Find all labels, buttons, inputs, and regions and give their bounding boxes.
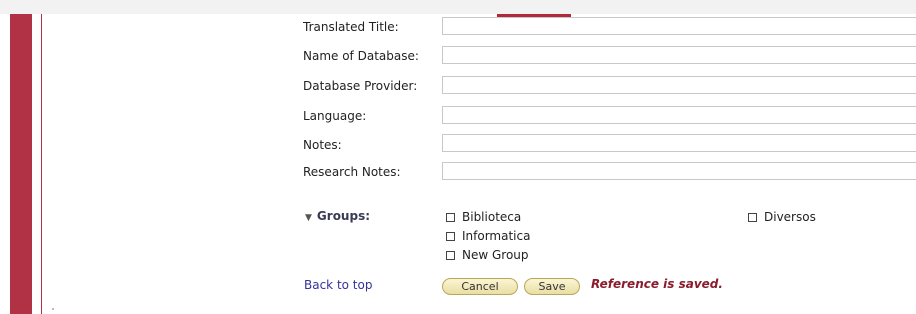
language-field[interactable] [442, 106, 916, 124]
notes-label: Notes: [303, 138, 342, 152]
group-item-informatica[interactable]: Informatica [446, 229, 530, 243]
notes-field[interactable] [442, 134, 916, 152]
group-item-biblioteca[interactable]: Biblioteca [446, 210, 521, 224]
group-label-new-group: New Group [462, 248, 529, 262]
checkbox-informatica[interactable] [446, 231, 455, 241]
group-label-diversos: Diversos [764, 210, 816, 224]
name-of-database-label: Name of Database: [303, 49, 419, 63]
status-message: Reference is saved. [591, 277, 723, 291]
group-item-diversos[interactable]: Diversos [748, 210, 816, 224]
checkbox-biblioteca[interactable] [446, 212, 455, 222]
database-provider-label: Database Provider: [303, 79, 418, 93]
translated-title-label: Translated Title: [303, 20, 399, 34]
triangle-down-icon: ▼ [305, 213, 312, 223]
language-label: Language: [303, 109, 367, 123]
group-label-biblioteca: Biblioteca [462, 210, 522, 224]
groups-heading: Groups: [316, 209, 371, 223]
decorative-dot [52, 308, 54, 310]
group-label-informatica: Informatica [462, 229, 531, 243]
save-button[interactable]: Save [524, 278, 580, 295]
groups-toggle[interactable]: ▼ Groups: [305, 209, 370, 223]
checkbox-diversos[interactable] [748, 212, 757, 222]
translated-title-field[interactable] [442, 17, 916, 35]
name-of-database-field[interactable] [442, 46, 916, 64]
back-to-top-link[interactable]: Back to top [304, 278, 372, 292]
research-notes-field[interactable] [442, 162, 916, 180]
cancel-button[interactable]: Cancel [442, 278, 518, 295]
research-notes-label: Research Notes: [303, 165, 401, 179]
left-sidebar-stripe [10, 14, 32, 314]
left-divider-line [41, 14, 42, 314]
top-bar [0, 0, 916, 14]
database-provider-field[interactable] [442, 76, 916, 94]
checkbox-new-group[interactable] [446, 250, 455, 260]
group-item-new-group[interactable]: New Group [446, 248, 529, 262]
